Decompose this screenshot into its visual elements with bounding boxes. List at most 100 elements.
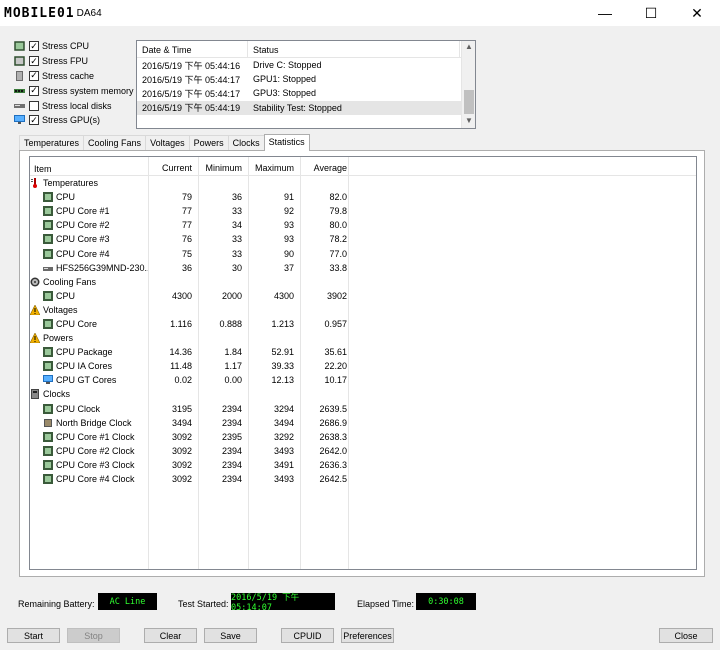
column-maximum[interactable]: Maximum (242, 157, 294, 175)
log-row[interactable]: 2016/5/19 下午 05:44:17 GPU3: Stopped (137, 86, 475, 100)
column-status[interactable]: Status (248, 41, 460, 57)
stress-cache-option[interactable]: ✓ Stress cache (14, 69, 139, 84)
table-row[interactable]: CPU Core #4 Clock 3092 2394 3493 2642.5 (30, 472, 696, 486)
row-current: 79 (181, 192, 192, 203)
row-current: 36 (181, 262, 192, 273)
row-item: CPU Core #3 Clock (56, 459, 135, 470)
row-minimum: 2394 (221, 403, 242, 414)
preferences-button[interactable]: Preferences (341, 628, 394, 643)
table-row[interactable]: CPU Clock 3195 2394 3294 2639.5 (30, 402, 696, 416)
table-row[interactable]: CPU Core #1 77 33 92 79.8 (30, 204, 696, 218)
stress-memory-option[interactable]: ✓ Stress system memory (14, 83, 139, 98)
column-item[interactable]: Item (30, 157, 148, 175)
log-row[interactable]: 2016/5/19 下午 05:44:16 Drive C: Stopped (137, 58, 475, 72)
row-item: HFS256G39MND-230... (56, 262, 148, 273)
tab-statistics[interactable]: Statistics (263, 134, 310, 151)
stress-disks-checkbox[interactable] (29, 100, 39, 111)
stress-cpu-checkbox[interactable]: ✓ (29, 41, 39, 52)
group-row-cooling-fans[interactable]: Cooling Fans (30, 275, 696, 289)
tab-voltages[interactable]: Voltages (145, 135, 190, 151)
row-maximum: 3294 (273, 403, 294, 414)
table-row[interactable]: CPU Core #2 77 34 93 80.0 (30, 218, 696, 232)
row-current: 77 (181, 220, 192, 231)
row-current: 3494 (171, 417, 192, 428)
row-item: North Bridge Clock (56, 417, 132, 428)
table-row[interactable]: CPU Core #4 75 33 90 77.0 (30, 246, 696, 260)
row-item: CPU Core #4 (56, 248, 110, 259)
log-status: Drive C: Stopped (253, 60, 322, 71)
table-row[interactable]: CPU GT Cores 0.02 0.00 12.13 10.17 (30, 373, 696, 387)
stress-gpu-checkbox[interactable]: ✓ (29, 115, 39, 126)
cpuid-button[interactable]: CPUID (281, 628, 334, 643)
scroll-up-icon[interactable]: ▲ (462, 42, 475, 54)
stress-memory-checkbox[interactable]: ✓ (29, 85, 39, 96)
table-row[interactable]: CPU Package 14.36 1.84 52.91 35.61 (30, 345, 696, 359)
tab-cooling-fans[interactable]: Cooling Fans (83, 135, 147, 151)
log-status: GPU3: Stopped (253, 88, 317, 99)
table-row[interactable]: CPU Core #1 Clock 3092 2395 3292 2638.3 (30, 430, 696, 444)
table-row[interactable]: HFS256G39MND-230... 36 30 37 33.8 (30, 261, 696, 275)
tab-clocks[interactable]: Clocks (227, 135, 265, 151)
row-average: 22.20 (324, 361, 347, 372)
table-row[interactable]: CPU IA Cores 11.48 1.17 39.33 22.20 (30, 359, 696, 373)
tab-powers[interactable]: Powers (188, 135, 229, 151)
stress-cache-checkbox[interactable]: ✓ (29, 70, 39, 81)
column-date-time[interactable]: Date & Time (137, 41, 248, 57)
stress-gpu-label: Stress GPU(s) (42, 115, 101, 126)
tab-temperatures[interactable]: Temperatures (19, 135, 85, 151)
clock-icon (31, 389, 39, 400)
column-average[interactable]: Average (294, 157, 347, 175)
group-row-powers[interactable]: Powers (30, 331, 696, 345)
row-item: CPU GT Cores (56, 375, 117, 386)
group-label: Powers (43, 333, 74, 344)
group-row-voltages[interactable]: Voltages (30, 303, 696, 317)
log-row-selected[interactable]: 2016/5/19 下午 05:44:19 Stability Test: St… (137, 100, 475, 115)
scroll-thumb[interactable] (464, 90, 474, 114)
elapsed-time-label: Elapsed Time: (357, 599, 415, 609)
clear-button[interactable]: Clear (144, 628, 197, 643)
stress-gpu-option[interactable]: ✓ Stress GPU(s) (14, 113, 139, 128)
table-row[interactable]: CPU Core #3 Clock 3092 2394 3491 2636.3 (30, 458, 696, 472)
window-title: DA64 (76, 7, 102, 19)
title-bar: MOBILE01 DA64 — ☐ ✕ (0, 0, 720, 26)
maximize-button[interactable]: ☐ (628, 0, 674, 26)
group-row-clocks[interactable]: Clocks (30, 387, 696, 401)
scroll-down-icon[interactable]: ▼ (462, 116, 475, 128)
close-window-button[interactable]: ✕ (674, 0, 720, 26)
chip-icon (43, 192, 53, 203)
close-button[interactable]: Close (659, 628, 713, 643)
minimize-button[interactable]: — (582, 0, 628, 26)
stress-fpu-checkbox[interactable]: ✓ (29, 56, 39, 67)
event-log[interactable]: Date & Time Status 2016/5/19 下午 05:44:16… (136, 40, 476, 129)
table-row[interactable]: CPU Core #2 Clock 3092 2394 3493 2642.0 (30, 444, 696, 458)
log-date: 2016/5/19 下午 05:44:16 (142, 60, 241, 71)
monitor-icon (14, 115, 25, 125)
start-button[interactable]: Start (7, 628, 60, 643)
stop-button[interactable]: Stop (67, 628, 120, 643)
table-row[interactable]: North Bridge Clock 3494 2394 3494 2686.9 (30, 416, 696, 430)
stress-disks-option[interactable]: Stress local disks (14, 98, 139, 113)
log-row[interactable]: 2016/5/19 下午 05:44:17 GPU1: Stopped (137, 72, 475, 86)
chip-icon (43, 474, 53, 485)
statistics-table[interactable]: Item Current Minimum Maximum Average Tem… (29, 156, 697, 570)
table-row[interactable]: CPU Core #3 76 33 93 78.2 (30, 232, 696, 246)
row-average: 78.2 (329, 234, 347, 245)
event-log-scrollbar[interactable]: ▲ ▼ (461, 41, 475, 128)
table-row[interactable]: CPU 4300 2000 4300 3902 (30, 289, 696, 303)
table-row[interactable]: CPU 79 36 91 82.0 (30, 190, 696, 204)
row-average: 3902 (326, 290, 347, 301)
row-item: CPU Core #4 Clock (56, 474, 135, 485)
close-icon: ✕ (691, 4, 703, 21)
stress-cpu-option[interactable]: ✓ Stress CPU (14, 39, 139, 54)
column-current[interactable]: Current (148, 157, 192, 175)
column-minimum[interactable]: Minimum (192, 157, 242, 175)
row-average: 2642.0 (319, 445, 347, 456)
row-minimum: 2394 (221, 445, 242, 456)
stress-fpu-option[interactable]: ✓ Stress FPU (14, 54, 139, 69)
row-minimum: 2394 (221, 474, 242, 485)
row-minimum: 0.888 (219, 318, 242, 329)
row-current: 1.116 (170, 318, 192, 329)
group-row-temperatures[interactable]: Temperatures (30, 176, 696, 190)
table-row[interactable]: CPU Core 1.116 0.888 1.213 0.957 (30, 317, 696, 331)
save-button[interactable]: Save (204, 628, 257, 643)
